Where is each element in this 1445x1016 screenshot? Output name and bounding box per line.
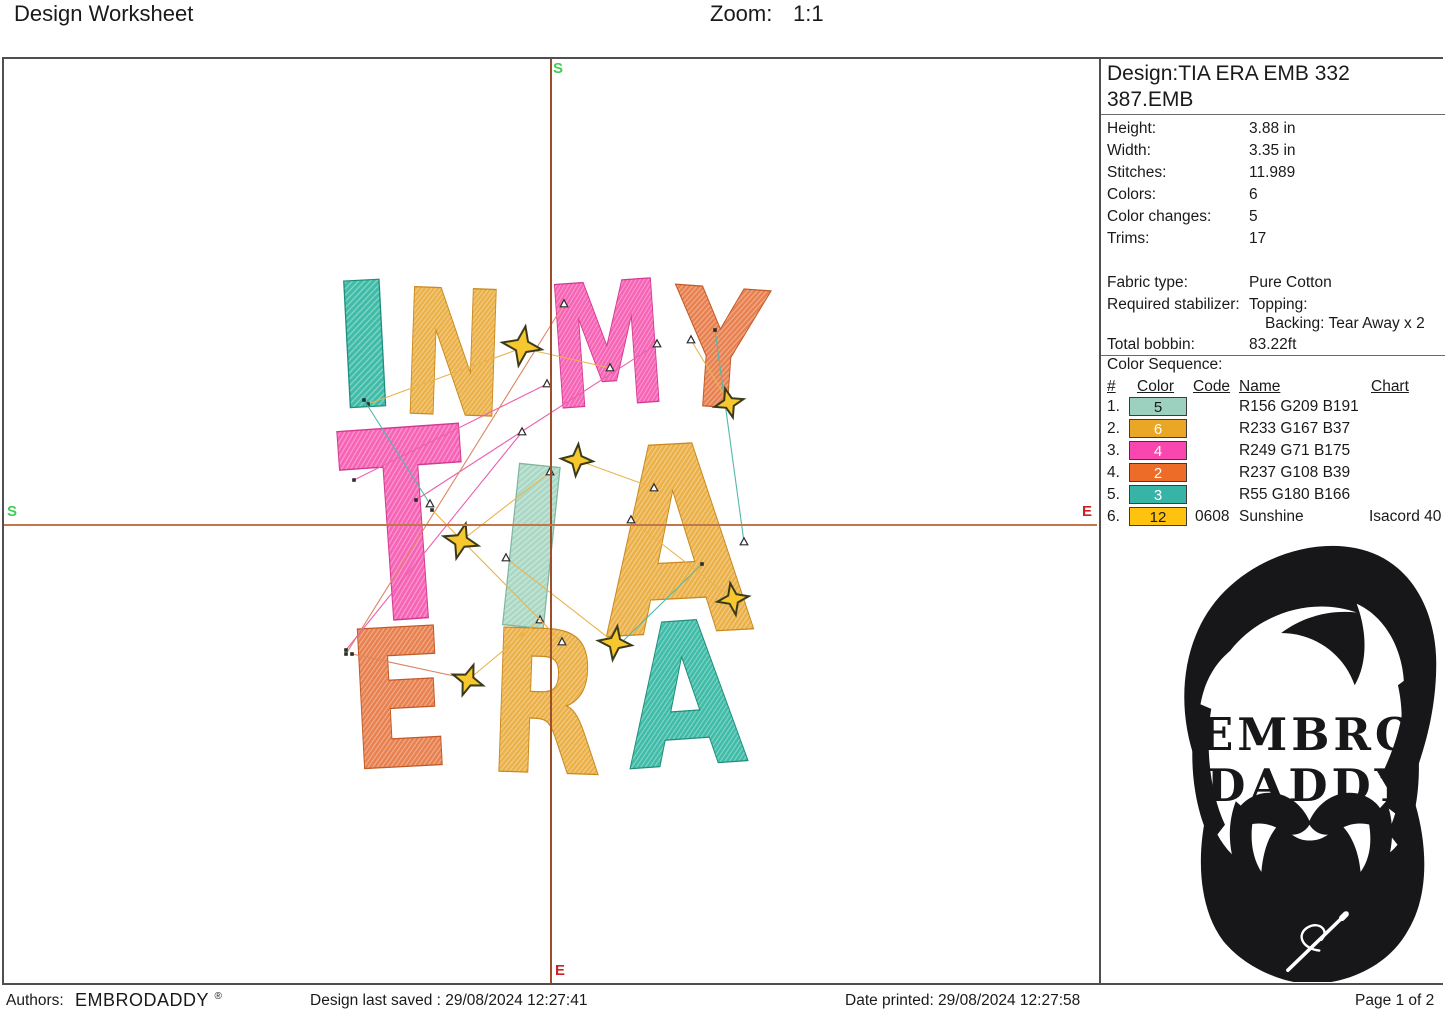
spec-label: Height: bbox=[1107, 119, 1156, 138]
spec-value: 3.35 in bbox=[1249, 141, 1296, 160]
row-number: 3. bbox=[1107, 442, 1120, 460]
embrodaddy-logo: EMBRO DADDY bbox=[1173, 530, 1445, 982]
worksheet-footer: Authors: EMBRODADDY ® Design last saved … bbox=[0, 986, 1445, 1016]
fabric-value: Pure Cotton bbox=[1249, 273, 1332, 292]
thread-color-swatch: 2 bbox=[1129, 463, 1187, 482]
thread-chart: Isacord 40 bbox=[1369, 508, 1441, 526]
start-label-top: S bbox=[553, 60, 563, 77]
col-header-chart: Chart bbox=[1371, 378, 1409, 396]
row-number: 6. bbox=[1107, 508, 1120, 526]
spec-label: Color changes: bbox=[1107, 207, 1211, 226]
row-number: 2. bbox=[1107, 420, 1120, 438]
spec-value: 11.989 bbox=[1249, 163, 1295, 182]
fabric-label: Fabric type: bbox=[1107, 273, 1188, 292]
thread-color-swatch: 3 bbox=[1129, 485, 1187, 504]
row-number: 4. bbox=[1107, 464, 1120, 482]
design-letter: A bbox=[617, 580, 751, 787]
thread-color-swatch: 6 bbox=[1129, 419, 1187, 438]
spec-row: Stitches: 11.989 bbox=[1107, 163, 1441, 182]
zoom-value: 1:1 bbox=[793, 1, 824, 27]
fabric-value: Topping: bbox=[1249, 295, 1308, 314]
last-saved-text: Design last saved : 29/08/2024 12:27:41 bbox=[310, 992, 587, 1010]
spec-label: Trims: bbox=[1107, 229, 1149, 248]
thread-name: R237 G108 B39 bbox=[1239, 464, 1350, 482]
embroidery-design-preview: IINNMMYYTTIIAAEERRAA bbox=[332, 267, 782, 787]
spec-label: Stitches: bbox=[1107, 163, 1166, 182]
stitch-point-marker bbox=[350, 652, 354, 656]
zoom-label: Zoom: bbox=[710, 1, 772, 27]
stitch-point-marker bbox=[362, 398, 366, 402]
fabric-row: Required stabilizer:Topping:Backing: Tea… bbox=[1107, 295, 1441, 314]
page-title: Design Worksheet bbox=[14, 1, 193, 27]
vertical-crosshair-line bbox=[550, 59, 552, 983]
color-sequence-row: 4. 2 R237 G108 B39 bbox=[1107, 463, 1441, 485]
col-header-num: # bbox=[1107, 378, 1116, 396]
spec-row: Trims: 17 bbox=[1107, 229, 1441, 248]
page-number: Page 1 of 2 bbox=[1355, 992, 1434, 1010]
thread-name: R249 G71 B175 bbox=[1239, 442, 1350, 460]
spec-row: Height: 3.88 in bbox=[1107, 119, 1441, 138]
fabric-value: 83.22ft bbox=[1249, 335, 1296, 354]
color-sequence-row: 3. 4 R249 G71 B175 bbox=[1107, 441, 1441, 463]
stitch-point-marker bbox=[713, 328, 717, 332]
stitch-point-marker bbox=[344, 652, 348, 656]
spec-row: Width: 3.35 in bbox=[1107, 141, 1441, 160]
col-header-code: Code bbox=[1193, 378, 1230, 396]
spec-row: Color changes: 5 bbox=[1107, 207, 1441, 226]
spec-label: Colors: bbox=[1107, 185, 1156, 204]
color-sequence-row: 6. 12 0608 Sunshine Isacord 40 bbox=[1107, 507, 1441, 529]
col-header-color: Color bbox=[1137, 378, 1174, 396]
thread-name: R55 G180 B166 bbox=[1239, 486, 1350, 504]
design-info-panel: Design:TIA ERA EMB 332 387.EMB Height: 3.… bbox=[1099, 59, 1445, 983]
stitch-point-marker bbox=[352, 478, 356, 482]
design-filename-line2: 387.EMB bbox=[1107, 88, 1193, 112]
stitch-point-marker bbox=[414, 498, 418, 502]
design-letter: E bbox=[342, 589, 455, 787]
spec-value: 5 bbox=[1249, 207, 1258, 226]
spec-label: Width: bbox=[1107, 141, 1151, 160]
stitch-point-marker bbox=[430, 508, 434, 512]
end-label-bottom: E bbox=[555, 962, 565, 979]
color-sequence-row: 5. 3 R55 G180 B166 bbox=[1107, 485, 1441, 507]
fabric-value-line2: Backing: Tear Away x 2 bbox=[1265, 314, 1425, 333]
design-letters: IINNMMYYTTIIAAEERRAA bbox=[332, 267, 773, 787]
spec-value: 6 bbox=[1249, 185, 1258, 204]
start-label-left: S bbox=[7, 503, 17, 520]
logo-text-line1: EMBRO bbox=[1199, 708, 1418, 761]
color-sequence-row: 1. 5 R156 G209 B191 bbox=[1107, 397, 1441, 419]
spec-value: 17 bbox=[1249, 229, 1266, 248]
stitch-point-marker bbox=[344, 648, 348, 652]
stitch-point-marker bbox=[700, 562, 704, 566]
color-sequence-row: 2. 6 R233 G167 B37 bbox=[1107, 419, 1441, 441]
col-header-name: Name bbox=[1239, 378, 1280, 396]
end-label-right: E bbox=[1082, 503, 1092, 520]
row-number: 1. bbox=[1107, 398, 1120, 416]
spec-row: Colors: 6 bbox=[1107, 185, 1441, 204]
thread-color-swatch: 12 bbox=[1129, 507, 1187, 526]
authors-name: EMBRODADDY ® bbox=[75, 990, 222, 1011]
fabric-label: Required stabilizer: bbox=[1107, 295, 1240, 314]
fabric-row: Fabric type: Pure Cotton bbox=[1107, 273, 1441, 292]
horizontal-crosshair-line bbox=[4, 524, 1097, 526]
date-printed-text: Date printed: 29/08/2024 12:27:58 bbox=[845, 992, 1080, 1010]
thread-name: R156 G209 B191 bbox=[1239, 398, 1359, 416]
authors-label: Authors: bbox=[6, 992, 64, 1010]
thread-color-swatch: 5 bbox=[1129, 397, 1187, 416]
row-number: 5. bbox=[1107, 486, 1120, 504]
thread-name: Sunshine bbox=[1239, 508, 1304, 526]
design-filename-line1: Design:TIA ERA EMB 332 bbox=[1107, 62, 1350, 86]
thread-color-swatch: 4 bbox=[1129, 441, 1187, 460]
design-canvas: IINNMMYYTTIIAAEERRAA S S E E Design:TIA … bbox=[2, 57, 1443, 985]
spec-value: 3.88 in bbox=[1249, 119, 1296, 138]
color-sequence-title: Color Sequence: bbox=[1107, 356, 1222, 374]
design-letter: R bbox=[484, 589, 607, 787]
fabric-row: Total bobbin: 83.22ft bbox=[1107, 335, 1441, 354]
thread-name: R233 G167 B37 bbox=[1239, 420, 1350, 438]
fabric-label: Total bobbin: bbox=[1107, 335, 1195, 354]
registered-mark: ® bbox=[215, 991, 223, 1002]
divider bbox=[1101, 114, 1445, 115]
logo-text-line2: DADDY bbox=[1206, 759, 1411, 812]
thread-code: 0608 bbox=[1195, 508, 1229, 526]
